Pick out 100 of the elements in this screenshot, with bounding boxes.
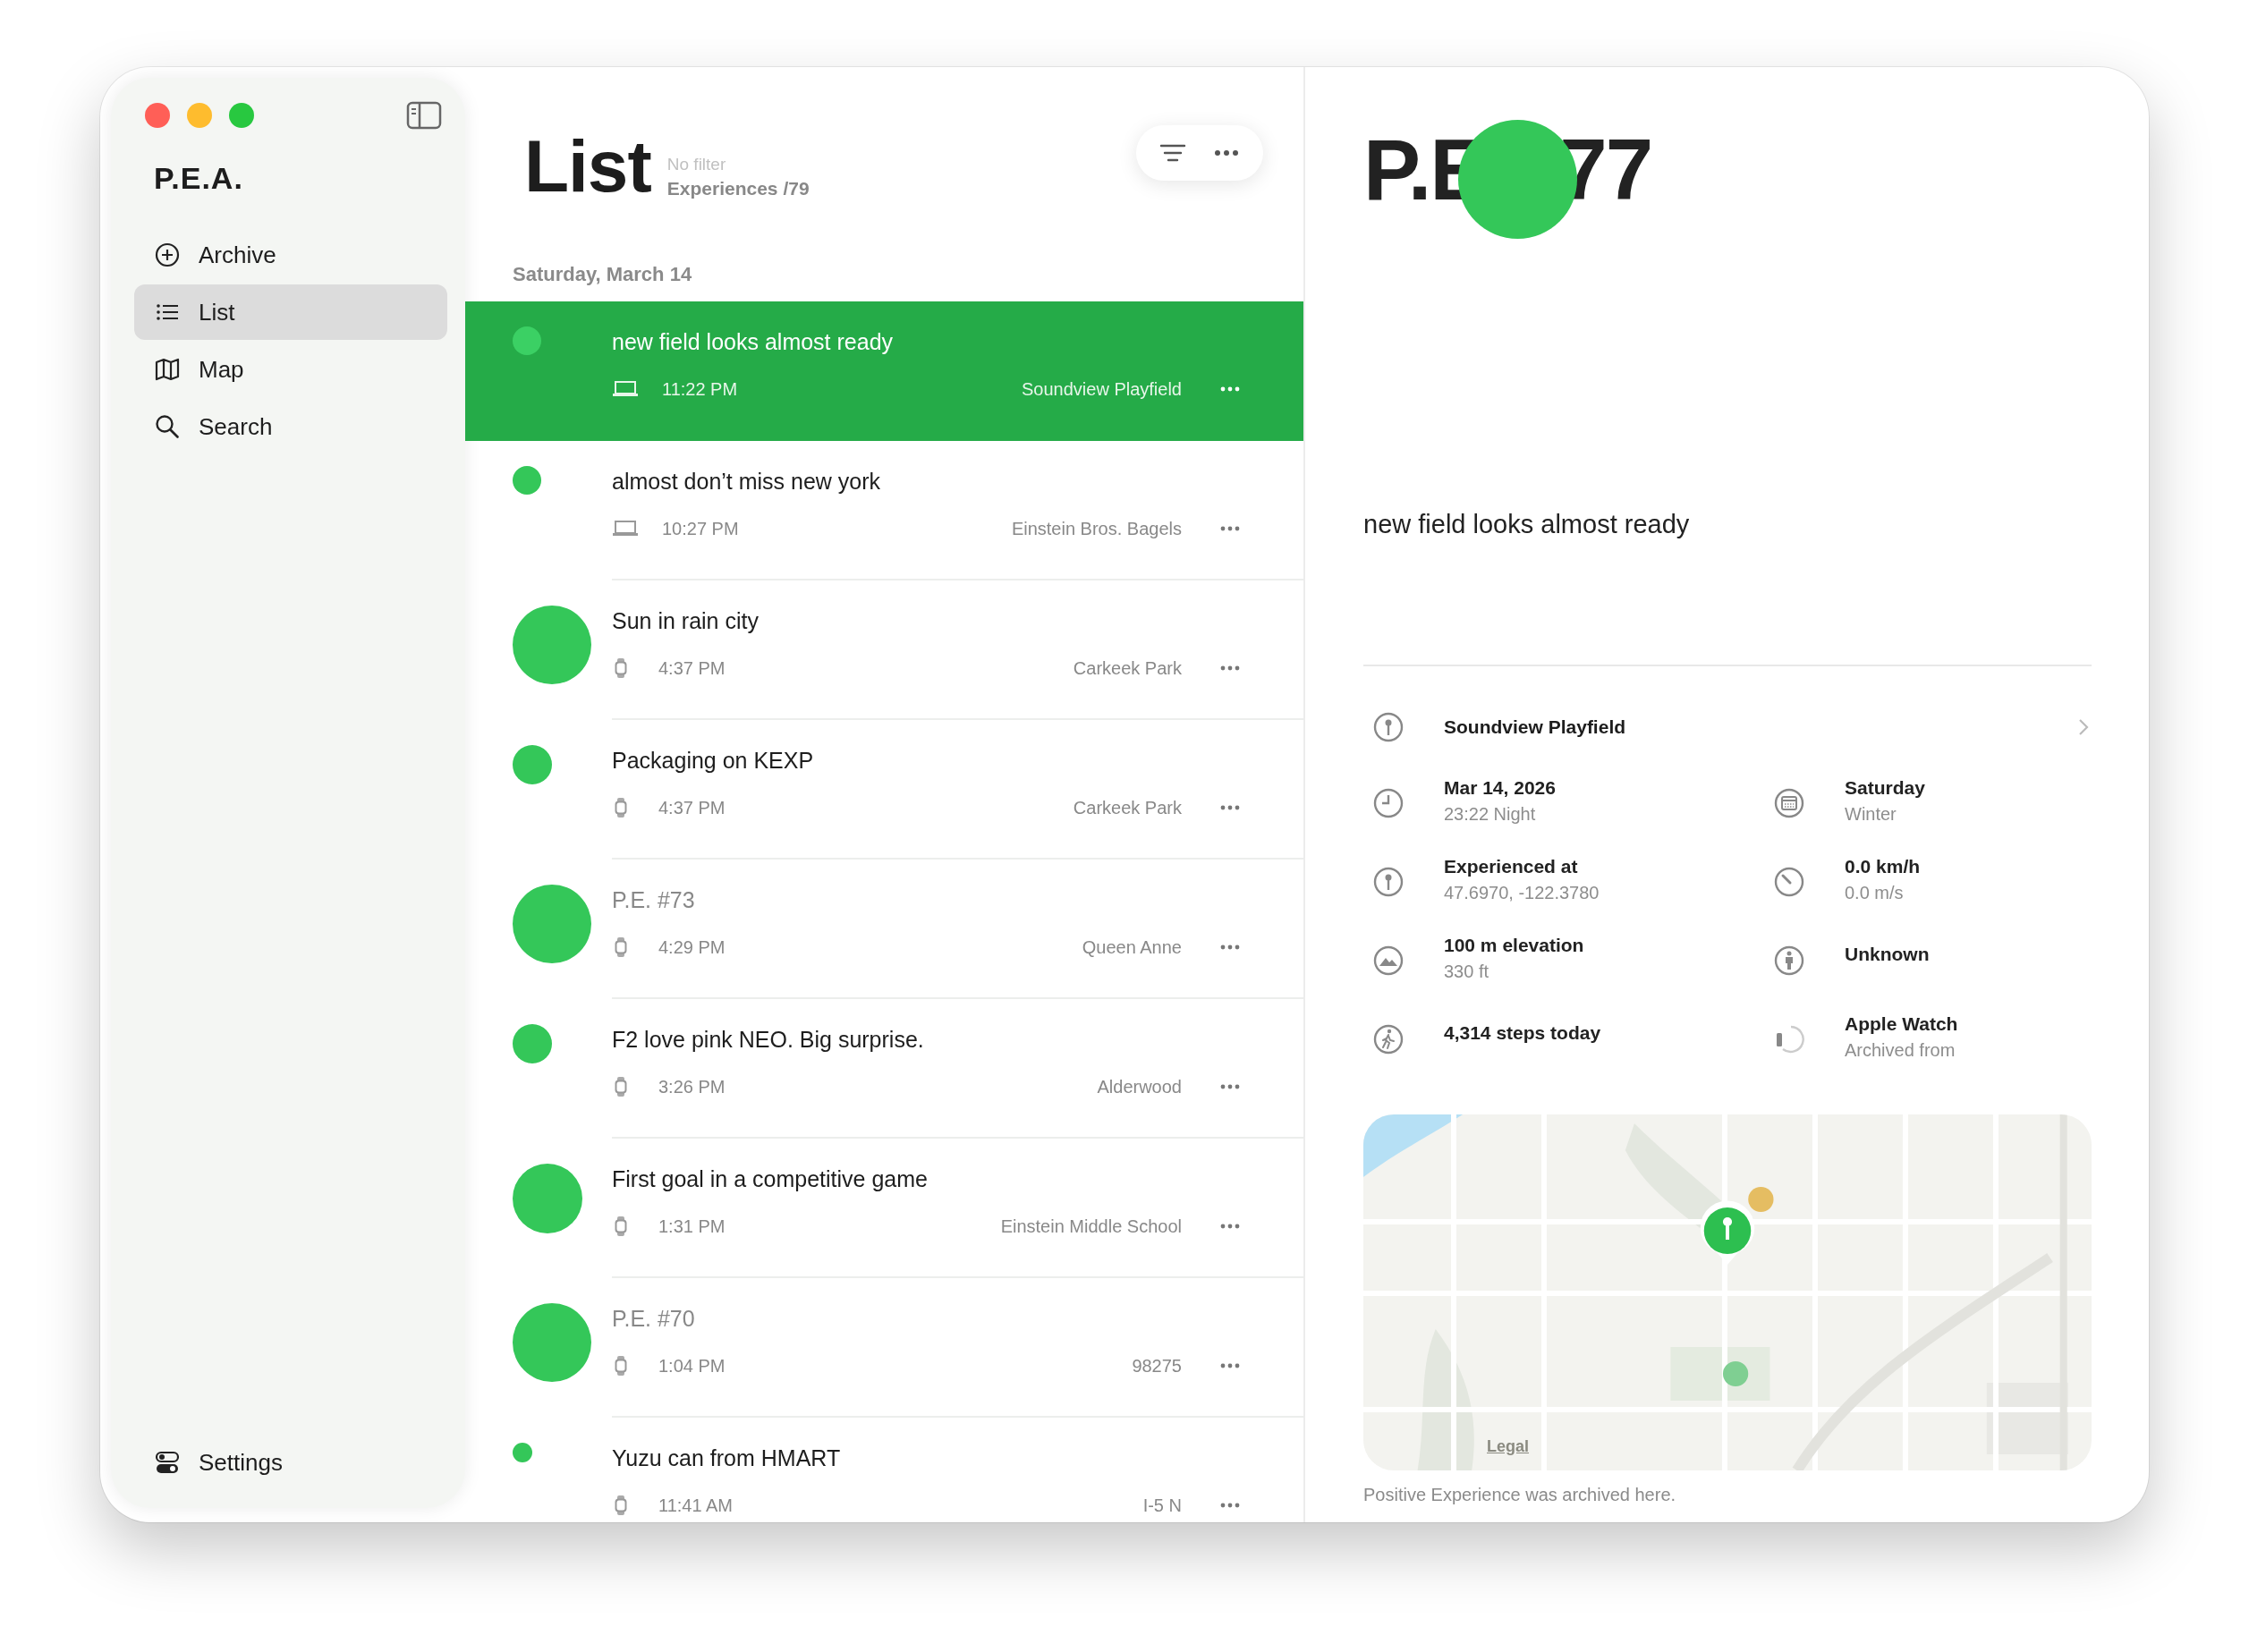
- fact-label: Experienced at: [1444, 856, 1579, 877]
- more-icon[interactable]: [1219, 1083, 1241, 1090]
- row-time: 1:04 PM: [658, 1355, 726, 1377]
- row-title: Packaging on KEXP: [612, 747, 815, 775]
- row-time: 4:37 PM: [658, 797, 726, 818]
- laptop-icon: [612, 380, 639, 398]
- row-time: 3:26 PM: [658, 1076, 726, 1097]
- row-place: Soundview Playfield: [1022, 378, 1182, 400]
- fact-label: 100 m elevation: [1444, 935, 1584, 956]
- row-title: new field looks almost ready: [612, 328, 895, 356]
- search-icon: [154, 413, 181, 440]
- filter-icon[interactable]: [1159, 143, 1186, 163]
- toggles-icon: [154, 1449, 181, 1476]
- row-place: Carkeek Park: [1073, 797, 1182, 818]
- row-time: 4:37 PM: [658, 657, 726, 679]
- fact-label: Mar 14, 2026: [1444, 777, 1556, 799]
- mood-dot: [513, 466, 541, 495]
- app-title: P.E.A.: [154, 161, 244, 196]
- more-icon[interactable]: [1213, 148, 1240, 157]
- list-title: List: [524, 130, 651, 203]
- row-title: Yuzu can from HMART: [612, 1444, 842, 1472]
- watch-icon: [614, 1216, 628, 1236]
- list-row[interactable]: Packaging on KEXP 4:37 PM Carkeek Park: [465, 720, 1303, 860]
- calendar-icon: [1773, 787, 1805, 819]
- more-icon[interactable]: [1219, 1362, 1241, 1369]
- fact-label: 0.0 km/h: [1845, 856, 1921, 877]
- more-icon[interactable]: [1219, 525, 1241, 532]
- row-title: Sun in rain city: [612, 607, 760, 635]
- fact-detail: 0.0 m/s: [1845, 883, 1905, 903]
- sidebar-item[interactable]: Search: [134, 399, 447, 454]
- more-icon[interactable]: [1219, 1502, 1241, 1509]
- row-time: 4:29 PM: [658, 936, 726, 958]
- watch-icon: [614, 1356, 628, 1376]
- sidebar-item[interactable]: Archive: [134, 227, 447, 283]
- map-icon: [154, 356, 181, 383]
- fact-label: Apple Watch: [1845, 1013, 1958, 1035]
- fact-detail: 330 ft: [1444, 962, 1490, 982]
- fact-label: Saturday: [1845, 777, 1925, 799]
- fact-detail: Winter: [1845, 804, 1897, 825]
- more-icon[interactable]: [1219, 804, 1241, 811]
- row-place: Einstein Middle School: [1000, 1216, 1182, 1237]
- watch-icon: [614, 1077, 628, 1097]
- watch-icon: [614, 658, 628, 678]
- steps-icon: [1372, 1023, 1405, 1055]
- row-place: Carkeek Park: [1073, 657, 1182, 679]
- list-row[interactable]: P.E. #70 1:04 PM 98275: [465, 1278, 1303, 1418]
- chevron-icon: [2077, 717, 2090, 737]
- row-place: 98275: [1132, 1355, 1182, 1377]
- row-place: Einstein Bros. Bagels: [1011, 518, 1182, 539]
- mood-dot: [513, 326, 541, 355]
- row-time: 1:31 PM: [658, 1216, 726, 1237]
- row-place: Queen Anne: [1082, 936, 1182, 958]
- fact-detail: 47.6970, -122.3780: [1444, 883, 1600, 903]
- laptop-icon: [612, 520, 639, 538]
- clock-icon: [1372, 787, 1405, 819]
- settings-item[interactable]: Settings: [134, 1435, 447, 1490]
- list-row[interactable]: Sun in rain city 4:37 PM Carkeek Park: [465, 580, 1303, 720]
- close-button[interactable]: [145, 103, 170, 128]
- fact-detail: 23:22 Night: [1444, 804, 1537, 825]
- fact-label: 4,314 steps today: [1444, 1022, 1601, 1044]
- section-header: Saturday, March 14: [512, 262, 693, 287]
- sidebar-item[interactable]: Map: [134, 342, 447, 397]
- row-time: 10:27 PM: [662, 518, 739, 539]
- speed-icon: [1773, 866, 1805, 898]
- more-icon[interactable]: [1219, 944, 1241, 951]
- more-icon[interactable]: [1219, 665, 1241, 672]
- fact-label: Unknown: [1845, 944, 1930, 965]
- list-row[interactable]: First goal in a competitive game 1:31 PM Einstein Middle School: [465, 1139, 1303, 1278]
- mood-dot: [513, 1024, 552, 1063]
- row-place: Alderwood: [1097, 1076, 1182, 1097]
- row-time: 11:22 PM: [662, 378, 738, 400]
- person-icon: [1773, 945, 1805, 977]
- sidebar-item[interactable]: List: [134, 284, 447, 340]
- pin-icon: [1372, 711, 1405, 743]
- more-icon[interactable]: [1219, 1223, 1241, 1230]
- experience-note: new field looks almost ready: [1363, 510, 1691, 539]
- watch-icon: [614, 798, 628, 818]
- row-title: P.E. #73: [612, 886, 696, 914]
- sidebar-toggle-icon[interactable]: [406, 101, 442, 130]
- watch-icon: [614, 1495, 628, 1515]
- fact-detail: Archived from: [1845, 1040, 1956, 1061]
- map-caption: Positive Experience was archived here.: [1363, 1485, 1677, 1505]
- list-row[interactable]: P.E. #73 4:29 PM Queen Anne: [465, 860, 1303, 999]
- list-row[interactable]: almost don’t miss new york 10:27 PM Einstein Bros. Bagels: [465, 441, 1303, 580]
- row-title: F2 love pink NEO. Big surprise.: [612, 1026, 925, 1054]
- plus-circle-icon: [154, 241, 181, 268]
- list-row[interactable]: Yuzu can from HMART 11:41 AM I-5 N: [465, 1418, 1303, 1522]
- filter-label: No filter: [666, 155, 727, 174]
- mood-dot: [513, 745, 552, 784]
- row-place: I-5 N: [1142, 1495, 1182, 1516]
- place-row[interactable]: Soundview Playfield: [1363, 702, 2092, 752]
- row-time: 11:41 AM: [658, 1495, 734, 1516]
- row-title: P.E. #70: [612, 1305, 696, 1333]
- elevation-icon: [1372, 945, 1405, 977]
- row-title: almost don’t miss new york: [612, 468, 882, 496]
- experience-count: Experiences /79: [666, 178, 810, 199]
- row-title: First goal in a competitive game: [612, 1165, 929, 1193]
- mood-dot: [513, 1443, 532, 1462]
- pin-icon: [1372, 866, 1405, 898]
- list-row[interactable]: F2 love pink NEO. Big surprise. 3:26 PM Alderwood: [465, 999, 1303, 1139]
